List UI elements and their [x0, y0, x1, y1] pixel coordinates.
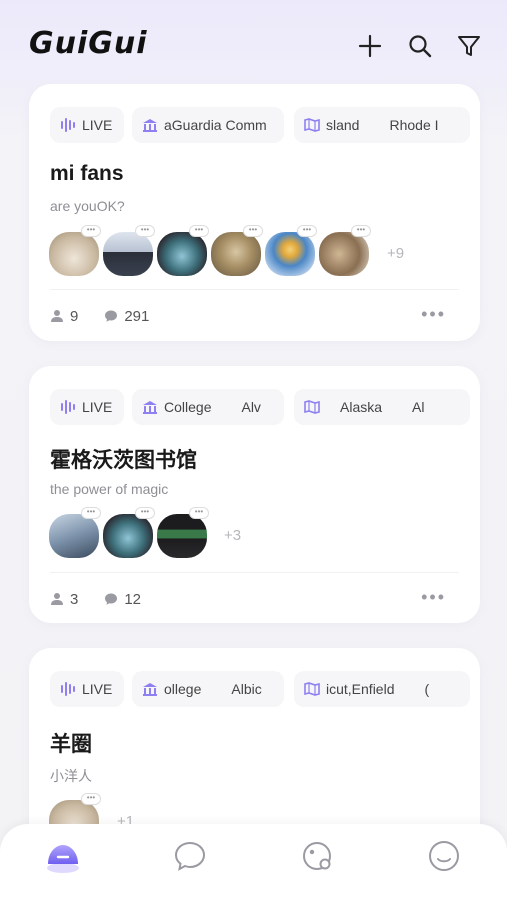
avatar[interactable]: ••• — [211, 225, 263, 276]
plus-icon[interactable] — [357, 33, 383, 59]
live-tag[interactable]: LIVE — [50, 389, 124, 425]
circle-title: 羊圈 — [50, 733, 92, 756]
location-tag[interactable]: icut,Enfield ( — [294, 671, 470, 707]
live-wave-icon — [61, 118, 75, 132]
app-header: GuiGui — [0, 0, 507, 84]
more-dots-icon: ••• — [135, 507, 155, 519]
app-logo: GuiGui — [29, 26, 148, 61]
chat-bubble-icon[interactable] — [172, 838, 208, 874]
location-label: Alaska — [340, 399, 383, 415]
member-avatars[interactable]: ••• ••• ••• +3 — [49, 507, 309, 560]
map-icon — [304, 118, 320, 132]
more-dots-icon: ••• — [81, 225, 101, 237]
member-avatars[interactable]: ••• ••• ••• ••• ••• ••• +9 — [49, 225, 429, 278]
live-label: LIVE — [82, 681, 113, 697]
avatar[interactable]: ••• — [265, 225, 317, 276]
school-icon — [143, 401, 157, 414]
map-icon — [304, 682, 320, 696]
circle-subtitle: 小洋人 — [50, 768, 92, 784]
more-dots-icon: ••• — [81, 793, 101, 805]
live-tag[interactable]: LIVE — [50, 107, 124, 143]
school-label-2: Alv — [241, 399, 261, 415]
location-label: sland — [326, 117, 360, 133]
map-icon — [304, 400, 320, 414]
live-wave-icon — [61, 400, 75, 414]
comment-icon — [105, 310, 118, 322]
school-label: ollege — [164, 681, 202, 697]
live-label: LIVE — [82, 117, 113, 133]
card-more-button[interactable]: ••• — [421, 304, 446, 325]
card-tags: LIVE College Alv Alaska Al — [50, 389, 470, 425]
avatar[interactable]: ••• — [157, 507, 209, 558]
location-label-2: Rhode I — [389, 117, 439, 133]
card-stats: 9 291 — [50, 306, 175, 326]
member-count: 3 — [70, 590, 79, 608]
circle-title: mi fans — [50, 162, 124, 185]
location-tag[interactable]: Alaska Al — [294, 389, 470, 425]
location-label: icut,Enfield — [326, 681, 395, 697]
avatar[interactable]: ••• — [49, 507, 101, 558]
card-tags: LIVE aGuardia Comm sland Rhode I — [50, 107, 470, 143]
divider — [50, 572, 459, 573]
more-dots-icon: ••• — [81, 507, 101, 519]
search-icon[interactable] — [407, 33, 433, 59]
avatar[interactable]: ••• — [157, 225, 209, 276]
more-dots-icon: ••• — [189, 507, 209, 519]
location-tag[interactable]: sland Rhode I — [294, 107, 470, 143]
school-label: aGuardia Comm — [164, 117, 267, 133]
member-count: 9 — [70, 307, 79, 325]
location-label-2: ( — [424, 681, 430, 697]
circle-title: 霍格沃茨图书馆 — [50, 449, 197, 472]
card-stats: 3 12 — [50, 589, 167, 609]
more-dots-icon: ••• — [297, 225, 317, 237]
school-tag[interactable]: aGuardia Comm — [132, 107, 284, 143]
more-dots-icon: ••• — [189, 225, 209, 237]
person-icon — [51, 310, 63, 322]
more-members-count: +3 — [224, 527, 242, 544]
filter-icon[interactable] — [456, 33, 482, 59]
school-tag[interactable]: ollege Albic — [132, 671, 284, 707]
live-label: LIVE — [82, 399, 113, 415]
school-label-2: Albic — [231, 681, 262, 697]
live-wave-icon — [61, 682, 75, 696]
more-dots-icon: ••• — [351, 225, 371, 237]
location-label-2: Al — [412, 399, 425, 415]
circle-card[interactable]: LIVE aGuardia Comm sland Rhode I mi fans… — [29, 84, 480, 341]
bottom-tab-bar — [0, 824, 507, 900]
school-tag[interactable]: College Alv — [132, 389, 284, 425]
school-label: College — [164, 399, 212, 415]
comment-count: 12 — [124, 590, 142, 608]
smile-icon[interactable] — [426, 838, 462, 874]
person-icon — [51, 593, 63, 605]
card-tags: LIVE ollege Albic icut,Enfield ( — [50, 671, 470, 707]
live-tag[interactable]: LIVE — [50, 671, 124, 707]
divider — [50, 289, 459, 290]
school-icon — [143, 119, 157, 132]
circle-subtitle: the power of magic — [50, 481, 169, 497]
circle-subtitle: are youOK? — [50, 198, 125, 214]
avatar[interactable]: ••• — [319, 225, 371, 276]
avatar[interactable]: ••• — [49, 225, 101, 276]
card-more-button[interactable]: ••• — [421, 587, 446, 608]
more-dots-icon: ••• — [135, 225, 155, 237]
circle-card[interactable]: LIVE College Alv Alaska Al 霍格沃茨图书馆 the p… — [29, 366, 480, 623]
school-icon — [143, 683, 157, 696]
more-dots-icon: ••• — [243, 225, 263, 237]
more-members-count: +9 — [387, 245, 405, 262]
planet-icon[interactable] — [300, 838, 336, 874]
comment-icon — [105, 593, 118, 605]
comment-count: 291 — [124, 307, 150, 325]
home-icon[interactable] — [45, 838, 81, 874]
avatar[interactable]: ••• — [103, 225, 155, 276]
avatar[interactable]: ••• — [103, 507, 155, 558]
